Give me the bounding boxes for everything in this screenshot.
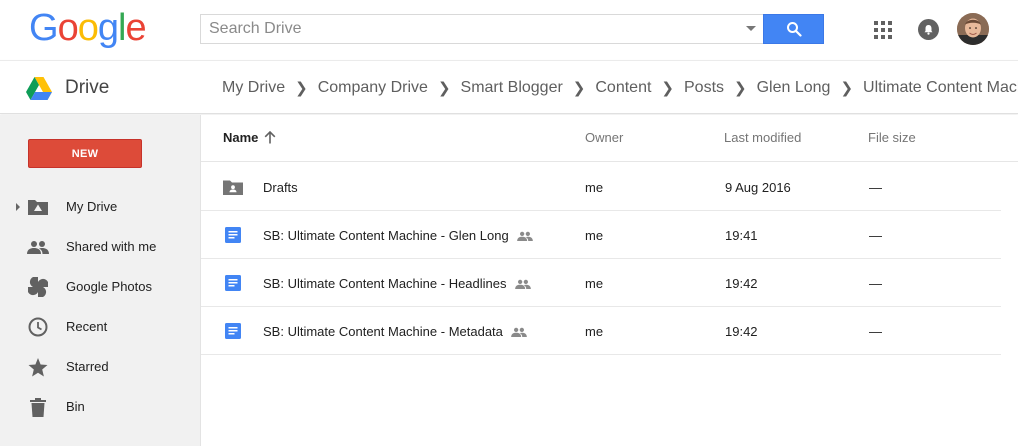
table-row[interactable]: SB: Ultimate Content Machine - Metadata … bbox=[201, 307, 1001, 355]
avatar-photo bbox=[957, 13, 989, 45]
drive-brand[interactable]: Drive bbox=[26, 75, 109, 101]
table-row[interactable]: SB: Ultimate Content Machine - Glen Long… bbox=[201, 211, 1001, 259]
apps-grid-icon[interactable] bbox=[874, 21, 892, 39]
logo-letter: G bbox=[29, 7, 59, 49]
file-name-cell: SB: Ultimate Content Machine - Headlines bbox=[263, 276, 531, 291]
logo-letter: e bbox=[125, 7, 146, 49]
trash-icon bbox=[27, 397, 49, 417]
shared-people-icon bbox=[27, 237, 49, 257]
shared-people-icon bbox=[514, 279, 531, 289]
shared-people-icon bbox=[511, 327, 527, 337]
breadcrumb-item-smart-blogger[interactable]: Smart Blogger bbox=[461, 79, 563, 97]
file-size: — bbox=[869, 180, 882, 195]
product-name: Drive bbox=[65, 77, 110, 98]
column-header-file-size[interactable]: File size bbox=[868, 130, 916, 145]
sidebar-item-recent[interactable]: Recent bbox=[0, 312, 200, 342]
new-button[interactable]: NEW bbox=[28, 139, 142, 168]
file-list-header: Name Owner Last modified File size bbox=[201, 115, 1018, 162]
file-modified: 9 Aug 2016 bbox=[725, 180, 791, 195]
breadcrumb-separator-icon: ❯ bbox=[734, 80, 747, 97]
file-name: SB: Ultimate Content Machine - Metadata bbox=[263, 324, 503, 339]
search-button[interactable] bbox=[763, 14, 824, 44]
sidebar-item-label: Bin bbox=[66, 399, 85, 414]
breadcrumb-item-company-drive[interactable]: Company Drive bbox=[318, 79, 428, 97]
left-sidebar: NEW My Drive Shared with me Google Photo… bbox=[0, 115, 201, 446]
file-owner: me bbox=[585, 228, 604, 243]
file-list: Name Owner Last modified File size Draft… bbox=[201, 115, 1018, 446]
notifications-bell-icon[interactable] bbox=[918, 19, 939, 40]
file-owner: me bbox=[585, 276, 604, 291]
google-doc-icon bbox=[223, 322, 243, 340]
file-owner: me bbox=[585, 324, 604, 339]
user-avatar[interactable] bbox=[957, 13, 989, 45]
logo-letter: l bbox=[117, 7, 127, 49]
google-doc-icon bbox=[223, 274, 243, 292]
google-doc-icon bbox=[223, 226, 243, 244]
google-logo[interactable]: Google bbox=[29, 6, 147, 50]
table-row[interactable]: SB: Ultimate Content Machine - Headlines… bbox=[201, 259, 1001, 307]
file-size: — bbox=[869, 228, 882, 243]
column-header-label: Name bbox=[223, 130, 259, 145]
file-owner: me bbox=[585, 180, 604, 195]
breadcrumb-separator-icon: ❯ bbox=[572, 80, 586, 97]
drive-logo-icon bbox=[26, 76, 52, 100]
app-bar: Drive My Drive ❯ Company Drive ❯ Smart B… bbox=[0, 60, 1018, 114]
expand-caret-icon[interactable] bbox=[16, 203, 20, 211]
sidebar-item-shared-with-me[interactable]: Shared with me bbox=[0, 232, 200, 262]
sidebar-item-label: Starred bbox=[66, 359, 109, 374]
column-header-owner[interactable]: Owner bbox=[585, 130, 623, 145]
sidebar-item-starred[interactable]: Starred bbox=[0, 352, 200, 382]
star-icon bbox=[27, 357, 49, 377]
sidebar-item-label: Shared with me bbox=[66, 239, 157, 254]
file-name: SB: Ultimate Content Machine - Headlines bbox=[263, 276, 507, 291]
search-box bbox=[200, 14, 824, 44]
logo-letter: o bbox=[77, 7, 99, 49]
sidebar-item-my-drive[interactable]: My Drive bbox=[0, 192, 200, 222]
breadcrumb: My Drive ❯ Company Drive ❯ Smart Blogger… bbox=[222, 77, 1018, 99]
file-name: Drafts bbox=[263, 180, 298, 195]
logo-letter: o bbox=[57, 7, 79, 49]
column-header-name[interactable]: Name bbox=[223, 130, 276, 145]
logo-letter: g bbox=[97, 7, 119, 49]
table-row[interactable]: Drafts me 9 Aug 2016 — bbox=[201, 163, 1001, 211]
breadcrumb-item-content[interactable]: Content bbox=[595, 79, 651, 97]
file-modified: 19:42 bbox=[725, 276, 758, 291]
google-photos-icon bbox=[27, 277, 49, 297]
sidebar-item-label: Google Photos bbox=[66, 279, 153, 294]
file-size: — bbox=[869, 276, 882, 291]
breadcrumb-separator-icon: ❯ bbox=[437, 80, 451, 97]
sidebar-item-google-photos[interactable]: Google Photos bbox=[0, 272, 200, 302]
breadcrumb-item-my-drive[interactable]: My Drive bbox=[222, 79, 285, 97]
search-icon bbox=[786, 22, 802, 37]
search-input[interactable] bbox=[201, 15, 741, 43]
file-size: — bbox=[869, 324, 882, 339]
breadcrumb-item-current-folder[interactable]: Ultimate Content Machine bbox=[863, 79, 1018, 97]
clock-icon bbox=[27, 317, 49, 337]
breadcrumb-separator-icon: ❯ bbox=[661, 80, 674, 97]
breadcrumb-separator-icon: ❯ bbox=[295, 80, 308, 97]
bell-icon bbox=[924, 25, 933, 35]
top-bar: Google bbox=[0, 0, 1018, 60]
file-name: SB: Ultimate Content Machine - Glen Long bbox=[263, 228, 509, 243]
breadcrumb-item-posts[interactable]: Posts bbox=[684, 79, 724, 97]
breadcrumb-item-glen-long[interactable]: Glen Long bbox=[757, 79, 831, 97]
file-modified: 19:42 bbox=[725, 324, 758, 339]
shared-folder-icon bbox=[223, 178, 243, 196]
arrow-up-icon bbox=[265, 131, 276, 144]
my-drive-icon bbox=[27, 197, 49, 217]
sidebar-item-label: Recent bbox=[66, 319, 108, 334]
sidebar-item-bin[interactable]: Bin bbox=[0, 392, 200, 422]
file-name-cell: SB: Ultimate Content Machine - Metadata bbox=[263, 324, 527, 339]
search-options-dropdown-icon[interactable] bbox=[746, 26, 756, 31]
shared-people-icon bbox=[516, 231, 533, 241]
sidebar-item-label: My Drive bbox=[66, 199, 118, 214]
breadcrumb-separator-icon: ❯ bbox=[840, 80, 854, 97]
file-name-cell: SB: Ultimate Content Machine - Glen Long bbox=[263, 228, 533, 243]
column-header-last-modified[interactable]: Last modified bbox=[724, 130, 801, 145]
file-modified: 19:41 bbox=[725, 228, 758, 243]
